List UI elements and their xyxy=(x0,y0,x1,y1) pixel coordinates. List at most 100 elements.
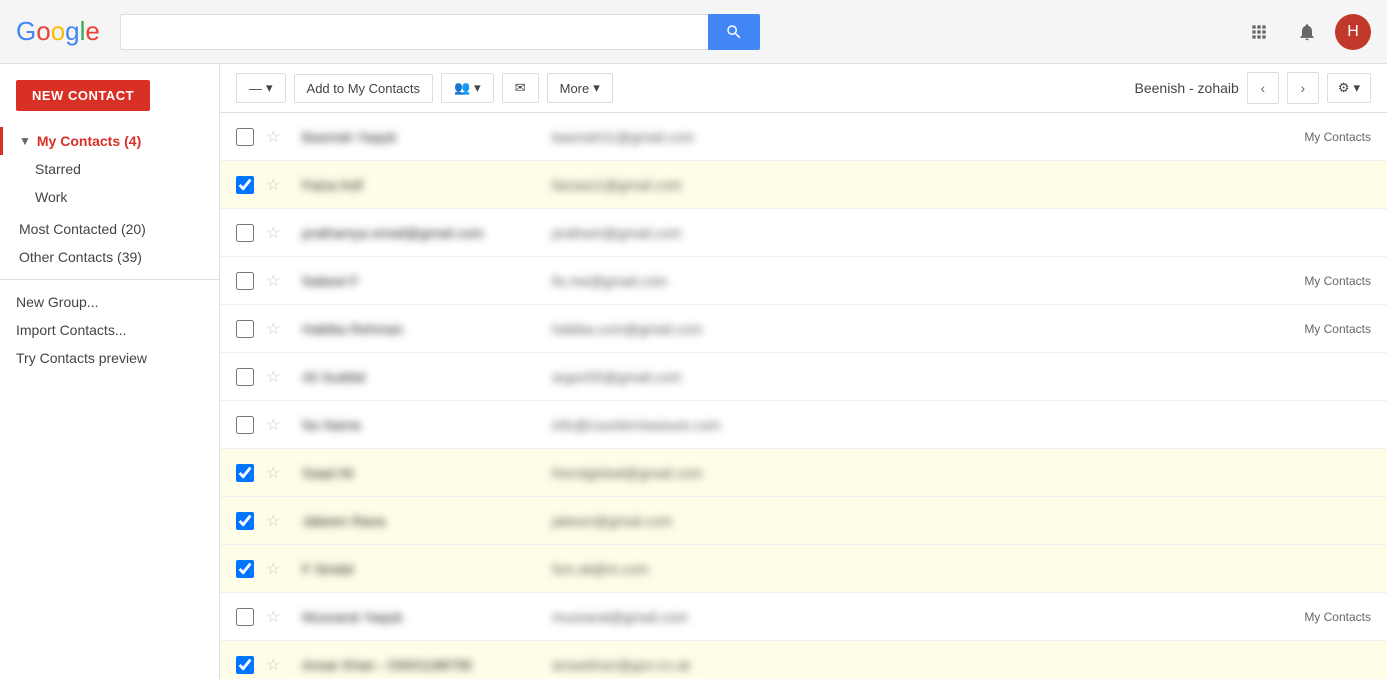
contact-checkbox[interactable] xyxy=(236,608,254,626)
contact-email: argon55@gmail.com xyxy=(552,369,1371,385)
table-row[interactable]: ☆ Basmah Yaqub basmah11@gmail.com My Con… xyxy=(220,113,1387,161)
star-icon[interactable]: ☆ xyxy=(266,511,286,531)
sidebar-link-preview[interactable]: Try Contacts preview xyxy=(0,344,219,372)
notifications-icon-button[interactable] xyxy=(1287,12,1327,52)
table-row[interactable]: ☆ prathamya email@gmail.com pratham@gmai… xyxy=(220,209,1387,257)
star-icon[interactable]: ☆ xyxy=(266,559,286,579)
contact-checkbox[interactable] xyxy=(236,272,254,290)
my-contacts-label: My Contacts xyxy=(37,133,120,149)
contact-name: F Sindal xyxy=(302,561,552,577)
contact-name: Basmah Yaqub xyxy=(302,129,552,145)
contact-checkbox[interactable] xyxy=(236,128,254,146)
apps-icon-button[interactable] xyxy=(1239,12,1279,52)
table-row[interactable]: ☆ Ali Suddal argon55@gmail.com xyxy=(220,353,1387,401)
top-right-icons: H xyxy=(1239,12,1371,52)
group-icon: 👥 xyxy=(454,80,470,96)
search-input[interactable] xyxy=(120,14,708,50)
other-contacts-label: Other Contacts (39) xyxy=(19,249,142,265)
top-bar: Google H xyxy=(0,0,1387,64)
settings-button[interactable]: ⚙ ▾ xyxy=(1327,73,1371,103)
table-row[interactable]: ☆ Jabeen Rana jabeen@gmail.com xyxy=(220,497,1387,545)
contact-checkbox[interactable] xyxy=(236,224,254,242)
table-row[interactable]: ☆ Habiba Rehman habiba.com@gmail.com My … xyxy=(220,305,1387,353)
contact-checkbox[interactable] xyxy=(236,560,254,578)
sidebar-link-import[interactable]: Import Contacts... xyxy=(0,316,219,344)
star-icon[interactable]: ☆ xyxy=(266,607,286,627)
sidebar-divider xyxy=(0,279,219,280)
sidebar-link-new-group[interactable]: New Group... xyxy=(0,288,219,316)
contact-email: mussarat@gmail.com xyxy=(552,609,1296,625)
contact-email: friendglobal@gmail.com xyxy=(552,465,1371,481)
table-row[interactable]: ☆ Saad Ali friendglobal@gmail.com xyxy=(220,449,1387,497)
add-contacts-button[interactable]: Add to My Contacts xyxy=(294,74,433,103)
star-icon[interactable]: ☆ xyxy=(266,271,286,291)
contact-checkbox[interactable] xyxy=(236,320,254,338)
sidebar-item-work[interactable]: Work xyxy=(0,183,219,211)
contact-checkbox[interactable] xyxy=(236,656,254,674)
add-contacts-label: Add to My Contacts xyxy=(307,81,420,96)
contact-email: jabeen@gmail.com xyxy=(552,513,1371,529)
contact-checkbox[interactable] xyxy=(236,464,254,482)
contact-email: basmah11@gmail.com xyxy=(552,129,1296,145)
sidebar-item-other-contacts[interactable]: Other Contacts (39) xyxy=(0,243,219,271)
contact-name: Saad Ali xyxy=(302,465,552,481)
table-row[interactable]: ☆ Nabeel F fix.me@gmail.com My Contacts xyxy=(220,257,1387,305)
table-row[interactable]: ☆ No Name info@countermeasure.com xyxy=(220,401,1387,449)
sidebar-item-my-contacts[interactable]: ▼ My Contacts (4) xyxy=(0,127,219,155)
contact-name: Mussarat Yaqub xyxy=(302,609,552,625)
star-icon[interactable]: ☆ xyxy=(266,367,286,387)
search-wrapper xyxy=(120,14,760,50)
contact-checkbox[interactable] xyxy=(236,512,254,530)
contact-checkbox[interactable] xyxy=(236,368,254,386)
contact-email: habiba.com@gmail.com xyxy=(552,321,1296,337)
more-dropdown-icon: ▾ xyxy=(593,80,600,96)
star-icon[interactable]: ☆ xyxy=(266,415,286,435)
select-all-button[interactable]: — ▾ xyxy=(236,73,286,103)
contact-name: No Name xyxy=(302,417,552,433)
contact-email: faizaa11@gmail.com xyxy=(552,177,1371,193)
sidebar-item-starred[interactable]: Starred xyxy=(0,155,219,183)
contact-name: Jabeen Rana xyxy=(302,513,552,529)
contact-checkbox[interactable] xyxy=(236,416,254,434)
settings-dropdown-icon: ▾ xyxy=(1353,80,1360,96)
contact-name: prathamya email@gmail.com xyxy=(302,225,552,241)
contact-name: Ali Suddal xyxy=(302,369,552,385)
contact-name: Habiba Rehman xyxy=(302,321,552,337)
star-icon[interactable]: ☆ xyxy=(266,655,286,675)
sidebar: NEW CONTACT ▼ My Contacts (4) Starred Wo… xyxy=(0,64,220,679)
more-label: More xyxy=(560,81,590,96)
table-row[interactable]: ☆ Faiza Asif faizaa11@gmail.com xyxy=(220,161,1387,209)
sidebar-item-most-contacted[interactable]: Most Contacted (20) xyxy=(0,215,219,243)
select-dropdown-icon: ▾ xyxy=(266,80,273,96)
nav-label: Beenish - zohaib xyxy=(1135,80,1239,96)
user-avatar-button[interactable]: H xyxy=(1335,14,1371,50)
new-contact-button[interactable]: NEW CONTACT xyxy=(16,80,150,111)
contact-name: Faiza Asif xyxy=(302,177,552,193)
gear-icon: ⚙ xyxy=(1338,80,1350,96)
star-icon[interactable]: ☆ xyxy=(266,319,286,339)
table-row[interactable]: ☆ Mussarat Yaqub mussarat@gmail.com My C… xyxy=(220,593,1387,641)
more-button[interactable]: More ▾ xyxy=(547,73,613,103)
table-row[interactable]: ☆ F Sindal fsm.ali@m.com xyxy=(220,545,1387,593)
google-logo: Google xyxy=(16,16,100,47)
star-icon[interactable]: ☆ xyxy=(266,463,286,483)
star-icon[interactable]: ☆ xyxy=(266,127,286,147)
nav-prev-button[interactable]: ‹ xyxy=(1247,72,1279,104)
table-row[interactable]: ☆ Ansar Khan - 03001188795 ansarkhan@gov… xyxy=(220,641,1387,679)
main-content: — ▾ Add to My Contacts 👥 ▾ ✉ More ▾ Been… xyxy=(220,64,1387,679)
star-icon[interactable]: ☆ xyxy=(266,223,286,243)
contacts-list: ☆ Basmah Yaqub basmah11@gmail.com My Con… xyxy=(220,113,1387,679)
contact-email: ansarkhan@gov.co.uk xyxy=(552,657,1371,673)
email-button[interactable]: ✉ xyxy=(502,73,539,103)
contact-checkbox[interactable] xyxy=(236,176,254,194)
contact-email: pratham@gmail.com xyxy=(552,225,1371,241)
sidebar-section-contacts: ▼ My Contacts (4) Starred Work xyxy=(0,127,219,211)
contact-name: Ansar Khan - 03001188795 xyxy=(302,657,552,673)
group-button[interactable]: 👥 ▾ xyxy=(441,73,494,103)
group-dropdown-icon: ▾ xyxy=(474,80,481,96)
contact-email: fsm.ali@m.com xyxy=(552,561,1371,577)
star-icon[interactable]: ☆ xyxy=(266,175,286,195)
nav-next-button[interactable]: › xyxy=(1287,72,1319,104)
search-button[interactable] xyxy=(708,14,760,50)
toolbar-right: Beenish - zohaib ‹ › ⚙ ▾ xyxy=(1135,72,1371,104)
